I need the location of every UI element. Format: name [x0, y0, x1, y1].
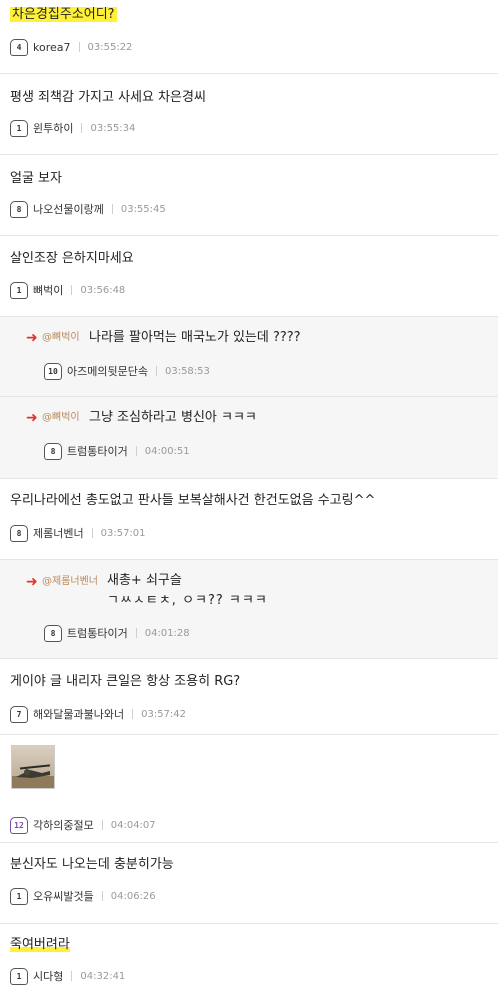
sniper-rifle-image[interactable]: [11, 745, 55, 789]
reply-arrow-icon: ➜: [26, 330, 38, 346]
level-icon: 8: [10, 200, 28, 218]
level-icon: 1: [10, 887, 28, 905]
comment-item: 게이야 글 내리자 큰일은 항상 조용히 RG? 7 해와달물과불나와너 03:…: [0, 659, 498, 735]
comment-time: 03:57:01: [100, 527, 146, 539]
comment-text: 평생 죄책감 가지고 사세요 차은경씨: [10, 90, 206, 105]
comment-time: 03:56:48: [80, 284, 126, 296]
reply-arrow-icon: ➜: [26, 574, 38, 590]
comment-time: 03:55:45: [120, 203, 166, 215]
reply-item: ➜ @제롬너벤너 새총+ 쇠구슬 ㄱㅆㅅㅌㅊ, ㅇㅋ?? ㅋㅋㅋ 8 트럼통타이…: [0, 560, 498, 659]
divider: [71, 285, 73, 295]
mention-tag[interactable]: @뼈벅이: [42, 331, 80, 345]
divider: [91, 528, 93, 538]
comment-item: 차은경집주소어디? 4 korea7 03:55:22: [0, 0, 498, 74]
comment-item: 분신자도 나오는데 충분히가능 1 오유씨발것들 04:06:26: [0, 843, 498, 924]
comment-text: 게이야 글 내리자 큰일은 항상 조용히 RG?: [10, 674, 241, 689]
comment-text: 살인조장 은하지마세요: [10, 251, 134, 266]
comment-text: 우리나라에선 총도없고 판사들 보복살해사건 한건도없음 수고링^^: [10, 493, 376, 508]
divider: [71, 971, 73, 981]
comment-time: 04:04:07: [110, 819, 156, 831]
comment-time: 03:58:53: [164, 365, 210, 377]
comment-item: 12 각하의중절모 04:04:07: [0, 735, 498, 842]
divider: [101, 891, 103, 901]
comment-text: 차은경집주소어디?: [10, 6, 117, 24]
divider: [132, 709, 134, 719]
comment-text-line2: ㄱㅆㅅㅌㅊ, ㅇㅋ?? ㅋㅋㅋ: [107, 593, 268, 608]
divider: [78, 42, 80, 52]
comment-item: 우리나라에선 총도없고 판사들 보복살해사건 한건도없음 수고링^^ 8 제롬너…: [0, 479, 498, 560]
author-nick[interactable]: 각하의중절모: [33, 817, 94, 833]
author-nick[interactable]: 오유씨발것들: [33, 888, 94, 904]
comment-time: 04:06:26: [110, 890, 156, 902]
author-nick[interactable]: 트럼통타이거: [67, 625, 128, 641]
comment-text: 분신자도 나오는데 충분히가능: [10, 857, 174, 872]
comment-item: 살인조장 은하지마세요 1 뼈벅이 03:56:48: [0, 236, 498, 317]
divider: [111, 204, 113, 214]
photo-thumbnail-icon: [12, 746, 54, 788]
reply-item: ➜ @뼈벅이 나라를 팔아먹는 매국노가 있는데 ???? 10 아즈메의뒷문단…: [0, 317, 498, 397]
comment-time: 04:01:28: [144, 627, 190, 639]
comment-item: 평생 죄책감 가지고 사세요 차은경씨 1 윈투하이 03:55:34: [0, 74, 498, 155]
author-nick[interactable]: 뼈벅이: [33, 282, 63, 298]
comment-text: 얼굴 보자: [10, 171, 62, 186]
comment-text: 그냥 조심하라고 병신아 ㅋㅋㅋ: [89, 410, 257, 425]
level-icon: 1: [10, 281, 28, 299]
reply-arrow-icon: ➜: [26, 410, 38, 426]
comment-time: 04:32:41: [80, 970, 126, 982]
author-nick[interactable]: 나오선물이랑께: [33, 201, 104, 217]
author-nick[interactable]: 해와달물과불나와너: [33, 706, 124, 722]
divider: [155, 366, 157, 376]
level-icon: 8: [44, 442, 62, 460]
divider: [101, 820, 103, 830]
comment-text: 새총+ 쇠구슬: [107, 573, 182, 588]
level-icon: 4: [10, 38, 28, 56]
author-nick[interactable]: 제롬너벤너: [33, 525, 84, 541]
comment-time: 04:00:51: [144, 445, 190, 457]
author-nick[interactable]: korea7: [33, 41, 71, 54]
comment-item: 죽여버려라 1 시다형 04:32:41: [0, 924, 498, 1000]
comment-item: 얼굴 보자 8 나오선물이랑께 03:55:45: [0, 155, 498, 236]
author-nick[interactable]: 시다형: [33, 968, 63, 984]
level-icon: 8: [44, 624, 62, 642]
level-icon: 1: [10, 967, 28, 985]
comment-list: 차은경집주소어디? 4 korea7 03:55:22 평생 죄책감 가지고 사…: [0, 0, 498, 1000]
divider: [135, 628, 137, 638]
level-icon: 12: [10, 816, 28, 834]
reply-item: ➜ @뼈벅이 그냥 조심하라고 병신아 ㅋㅋㅋ 8 트럼통타이거 04:00:5…: [0, 397, 498, 479]
mention-tag[interactable]: @뼈벅이: [42, 411, 80, 425]
author-nick[interactable]: 윈투하이: [33, 120, 73, 136]
level-icon: 7: [10, 705, 28, 723]
level-icon: 10: [44, 362, 62, 380]
divider: [81, 123, 83, 133]
comment-text: 나라를 팔아먹는 매국노가 있는데 ????: [89, 330, 301, 345]
level-icon: 1: [10, 119, 28, 137]
author-nick[interactable]: 트럼통타이거: [67, 443, 128, 459]
comment-time: 03:55:22: [87, 41, 133, 53]
divider: [135, 446, 137, 456]
mention-tag[interactable]: @제롬너벤너: [42, 575, 98, 589]
level-icon: 8: [10, 524, 28, 542]
highlighted-text: 차은경집주소어디?: [10, 7, 117, 22]
comment-time: 03:57:42: [141, 708, 187, 720]
highlighted-text: 죽여버려라: [10, 937, 70, 952]
comment-text: 죽여버려라: [10, 936, 70, 954]
comment-time: 03:55:34: [90, 122, 136, 134]
author-nick[interactable]: 아즈메의뒷문단속: [67, 363, 148, 379]
